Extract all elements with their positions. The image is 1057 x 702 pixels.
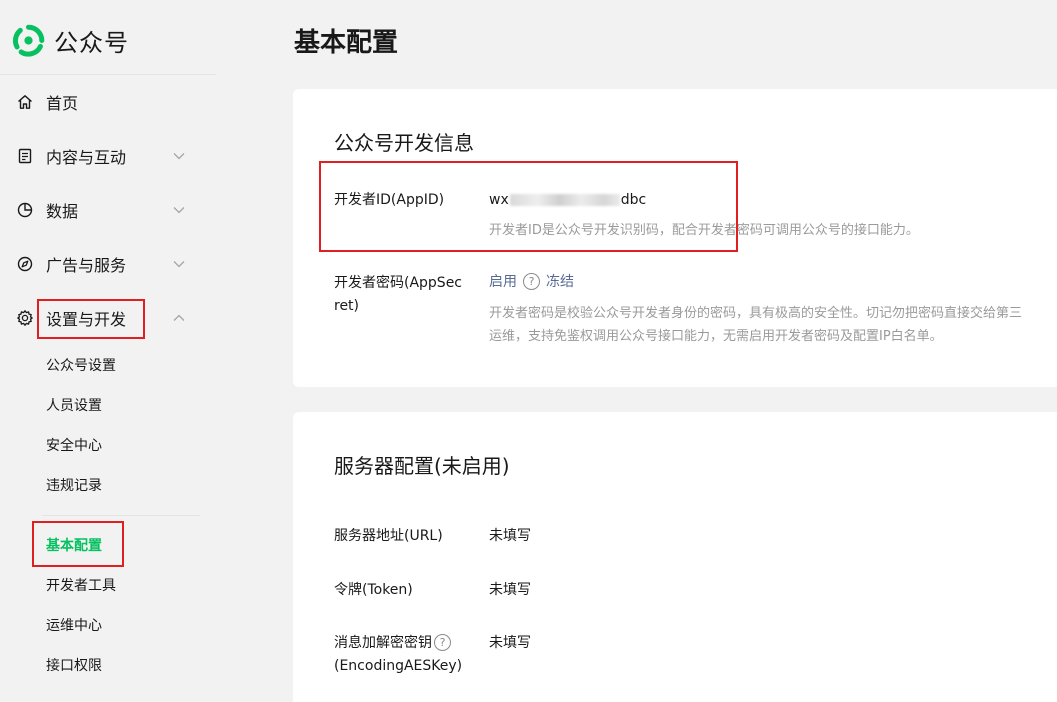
sidebar-subitem-violation-records[interactable]: 违规记录 <box>46 474 102 496</box>
sidebar-item-label: 首页 <box>46 94 79 113</box>
sidebar-subitem-api-permissions[interactable]: 接口权限 <box>46 654 102 676</box>
wechat-official-account-logo-icon <box>12 24 45 57</box>
gear-icon <box>17 310 33 326</box>
sidebar-item-label: 设置与开发 <box>46 310 127 329</box>
chevron-down-icon <box>173 153 185 160</box>
appsecret-label-line2: ret) <box>334 298 360 314</box>
appsecret-label-line1: 开发者密码(AppSec <box>334 275 463 291</box>
sidebar-item-content[interactable]: 内容与互动 <box>16 141 192 171</box>
sidebar-subitem-ops-center[interactable]: 运维中心 <box>46 614 102 636</box>
help-icon[interactable]: ? <box>523 272 540 290</box>
document-icon <box>18 148 32 164</box>
aes-key-value: 未填写 <box>489 635 531 651</box>
sidebar-item-label: 内容与互动 <box>46 148 127 167</box>
appid-suffix: dbc <box>620 192 647 208</box>
server-config-card: 服务器配置(未启用) 服务器地址(URL) 未填写 令牌(Token) 未填写 … <box>293 412 1057 702</box>
chevron-down-icon <box>173 207 185 214</box>
appid-description: 开发者ID是公众号开发识别码，配合开发者密码可调用公众号的接口能力。 <box>489 223 919 238</box>
appsecret-description-line2: 运维，支持免鉴权调用公众号接口能力，无需启用开发者密码及配置IP白名单。 <box>489 329 943 344</box>
appid-value: wx dbc <box>489 189 646 212</box>
enable-link[interactable]: 启用 <box>489 274 517 290</box>
sidebar-item-settings-dev[interactable]: 设置与开发 <box>16 303 192 333</box>
home-icon <box>18 95 32 109</box>
freeze-link[interactable]: 冻结 <box>546 274 574 290</box>
token-value: 未填写 <box>489 582 531 598</box>
aes-key-label: 消息加解密密钥? (EncodingAESKey) <box>334 632 462 678</box>
pie-chart-icon <box>17 202 33 218</box>
dev-info-card: 公众号开发信息 开发者ID(AppID) wx dbc 开发者ID是公众号开发识别… <box>293 89 1057 387</box>
server-url-value: 未填写 <box>489 528 531 544</box>
sidebar-item-label: 广告与服务 <box>46 256 127 275</box>
help-icon[interactable]: ? <box>434 633 451 651</box>
sidebar-subitem-divider <box>42 515 200 516</box>
aes-key-label-line1: 消息加解密密钥? <box>334 632 462 655</box>
page-title: 基本配置 <box>294 28 399 58</box>
sidebar-subitem-security-center[interactable]: 安全中心 <box>46 434 102 456</box>
chevron-down-icon <box>173 261 185 268</box>
sidebar-item-data[interactable]: 数据 <box>16 195 192 225</box>
sidebar-subitem-account-settings[interactable]: 公众号设置 <box>46 354 116 376</box>
appsecret-label: 开发者密码(AppSec ret) <box>334 272 462 318</box>
app-root: 公众号 首页 内容与互动 数据 广告与服务 设置与开发 公众号设置 人员设置 安… <box>0 0 1057 702</box>
brand-name: 公众号 <box>54 28 129 57</box>
server-url-label: 服务器地址(URL) <box>334 528 443 544</box>
chevron-up-icon <box>173 314 185 321</box>
appid-prefix: wx <box>489 192 509 208</box>
sidebar-item-label: 数据 <box>46 202 79 221</box>
compass-icon <box>17 256 33 272</box>
sidebar-divider <box>0 74 216 75</box>
token-label: 令牌(Token) <box>334 582 413 598</box>
appid-label: 开发者ID(AppID) <box>334 192 445 208</box>
sidebar-subitem-personnel-settings[interactable]: 人员设置 <box>46 394 102 416</box>
brand[interactable]: 公众号 <box>12 22 129 58</box>
server-config-title: 服务器配置(未启用) <box>334 454 510 478</box>
appsecret-actions: 启用? 冻结 <box>489 271 574 294</box>
sidebar-item-ads-services[interactable]: 广告与服务 <box>16 249 192 279</box>
aes-key-label-text: 消息加解密密钥 <box>334 635 432 651</box>
appsecret-description-line1: 开发者密码是校验公众号开发者身份的密码，具有极高的安全性。切记勿把密码直接交给第… <box>489 306 1023 321</box>
sidebar-subitem-basic-config[interactable]: 基本配置 <box>46 534 102 556</box>
sidebar: 公众号 首页 内容与互动 数据 广告与服务 设置与开发 公众号设置 人员设置 安… <box>0 0 216 702</box>
sidebar-item-home[interactable]: 首页 <box>16 87 192 117</box>
dev-info-title: 公众号开发信息 <box>334 131 474 155</box>
appid-redacted <box>509 194 620 206</box>
aes-key-label-line2: (EncodingAESKey) <box>334 658 463 674</box>
sidebar-subitem-developer-tools[interactable]: 开发者工具 <box>46 574 116 596</box>
